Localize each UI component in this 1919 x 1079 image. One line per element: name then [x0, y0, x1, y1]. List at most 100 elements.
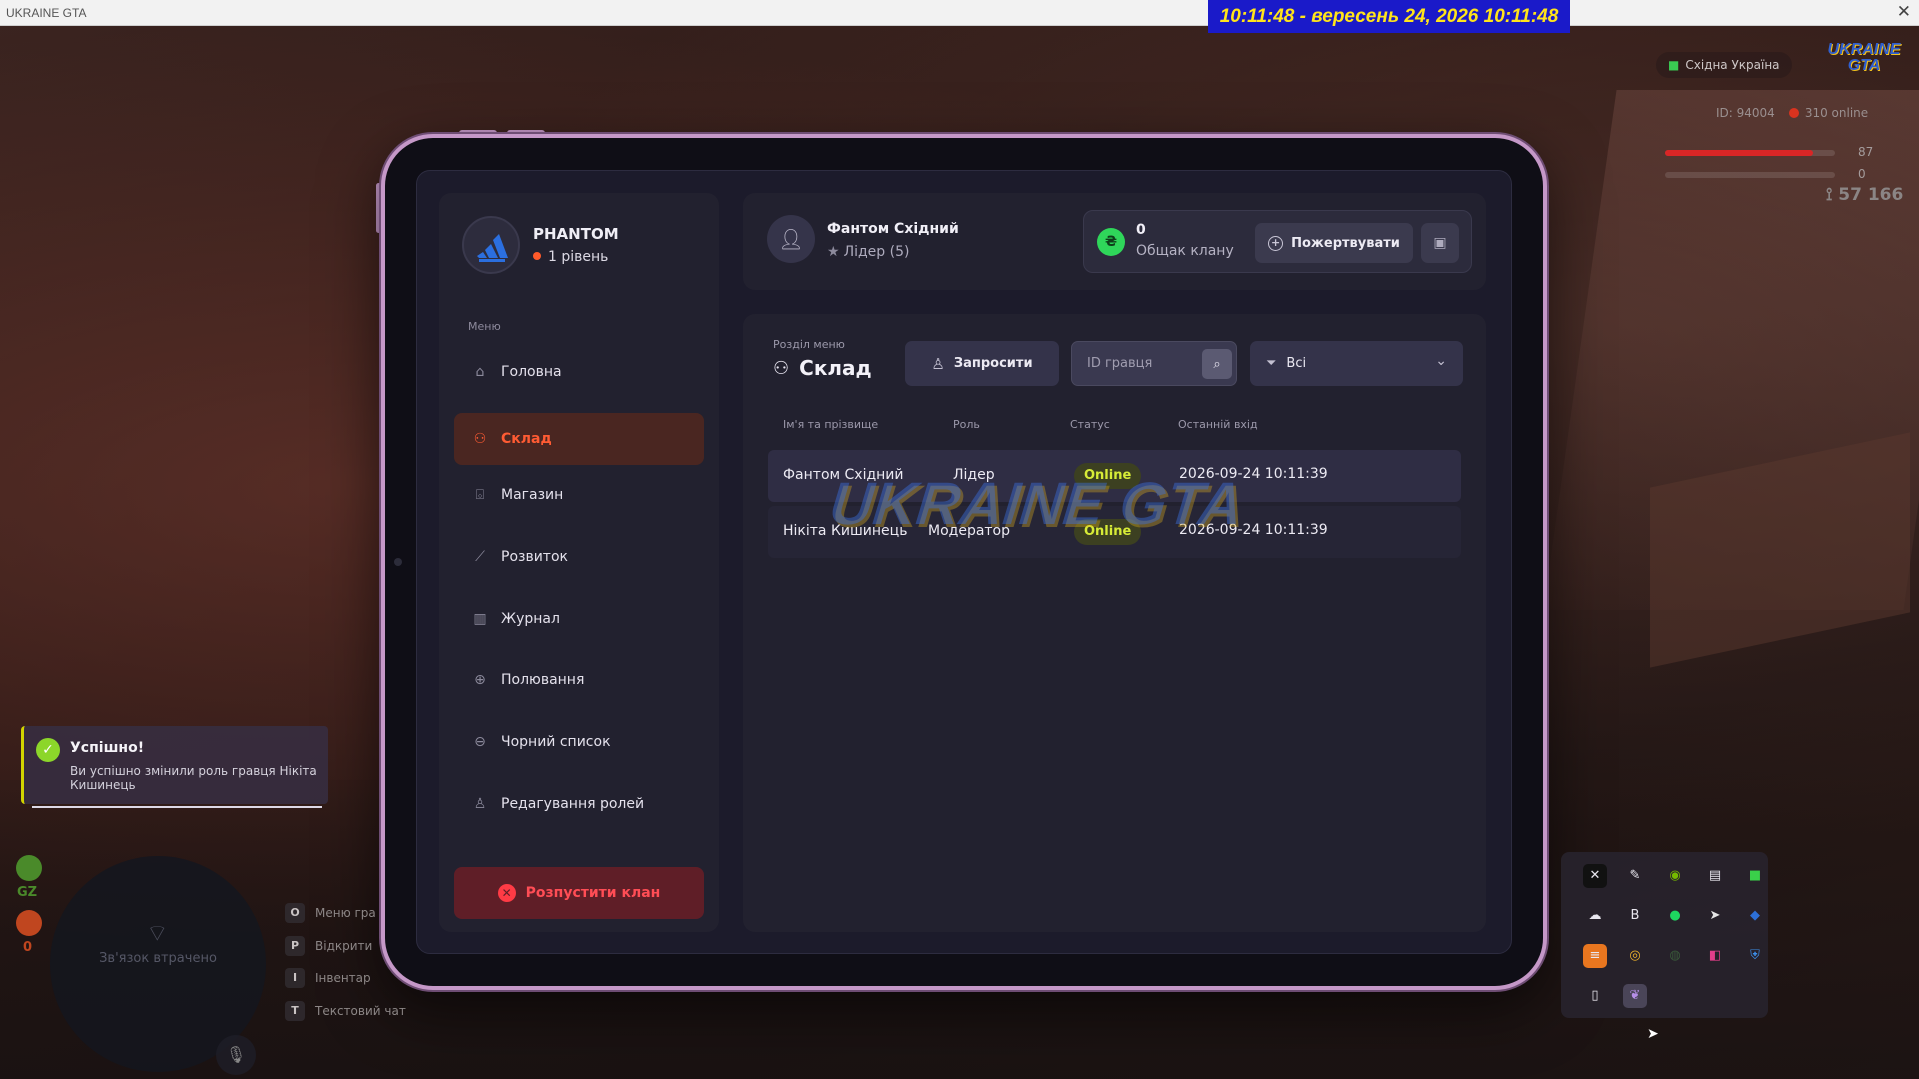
treasury-label: Общак клану: [1136, 243, 1234, 259]
warehouse-panel: Розділ меню ⚇Склад ♙Запросити ⌕ ⏷ Всі ⌄ І…: [743, 314, 1486, 932]
member-role: Лідер: [953, 467, 995, 483]
region-flag-icon: ■: [1668, 58, 1680, 72]
region-badge: ■ Східна Україна: [1656, 52, 1792, 78]
tray-app-icon[interactable]: ▤: [1703, 864, 1727, 888]
column-header-status: Статус: [1070, 418, 1110, 431]
clan-level: 1 рівень: [533, 249, 608, 265]
nav-item-blacklist[interactable]: ⊖ Чорний список: [454, 716, 704, 768]
tray-app-icon[interactable]: ✎: [1623, 864, 1647, 888]
health-value: 87: [1858, 145, 1874, 159]
money-icon: ⟟: [1826, 185, 1839, 205]
filter-value: Всі: [1286, 356, 1307, 371]
armor-bar: [1665, 172, 1835, 178]
filter-icon: ⏷: [1266, 356, 1277, 371]
invite-button[interactable]: ♙ Запросити: [905, 341, 1059, 386]
crosshair-icon: ⊕: [474, 672, 486, 688]
adidas-logo-icon: [477, 234, 508, 262]
clan-logo: [462, 216, 520, 274]
tray-app-icon[interactable]: ◧: [1703, 944, 1727, 968]
feather-icon[interactable]: ❦: [1623, 984, 1647, 1008]
leader-role: ★ Лідер (5): [827, 244, 910, 260]
search-button[interactable]: ⌕: [1202, 349, 1232, 379]
nvidia-icon[interactable]: ◉: [1663, 864, 1687, 888]
nav-item-warehouse[interactable]: ⚇ Склад: [454, 413, 704, 465]
member-last-login: 2026-09-24 10:11:39: [1179, 522, 1328, 538]
leader-name: Фантом Східний: [827, 221, 959, 237]
clan-name: PHANTOM: [533, 225, 619, 243]
table-row[interactable]: Фантом Східний Лідер Online 2026-09-24 1…: [768, 450, 1461, 502]
notification-progress: [32, 806, 322, 808]
status-filter-select[interactable]: ⏷ Всі ⌄: [1250, 341, 1463, 386]
section-caption: Розділ меню: [773, 338, 845, 351]
player-id-display: ID: 94004 310 online: [1716, 106, 1868, 120]
add-user-icon: ♙: [931, 354, 945, 373]
microphone-icon[interactable]: 🎙︎: [216, 1035, 256, 1075]
window-titlebar: UKRAINE GTA ✕: [0, 0, 1919, 26]
shop-icon: ⌺: [475, 487, 485, 503]
security-shield-icon[interactable]: ⛨: [1743, 944, 1767, 968]
datetime-overlay: 10:11:48 - вересень 24, 2026 10:11:48: [1208, 0, 1570, 33]
leader-avatar: 👤︎: [767, 215, 815, 263]
treasury-panel: ₴ 0 Общак клану + Пожертвувати ▣: [1083, 210, 1472, 273]
window-close-button[interactable]: ✕: [1897, 2, 1911, 22]
table-row[interactable]: Нікіта Кишинець Модератор Online 2026-09…: [768, 506, 1461, 558]
checkmark-icon: ✓: [36, 738, 60, 762]
column-header-name: Ім'я та прізвище: [783, 418, 879, 431]
nav-item-development[interactable]: ⟋ Розвиток: [454, 531, 704, 583]
nav-item-shop[interactable]: ⌺ Магазин: [454, 469, 704, 521]
tray-app-icon[interactable]: ◍: [1663, 944, 1687, 968]
tray-app-icon[interactable]: ■: [1743, 864, 1767, 888]
notification-text: Ви успішно змінили роль гравця Нікіта Ки…: [70, 764, 317, 792]
user-icon: 👤︎: [778, 227, 804, 251]
blacklist-icon: ⊖: [474, 734, 486, 750]
nav-item-edit-roles[interactable]: ♙ Редагування ролей: [454, 778, 704, 830]
keybind-hint: P Відкрити: [285, 936, 372, 956]
player-search: ⌕: [1071, 341, 1237, 386]
keybind-hint: O Меню гра: [285, 903, 376, 923]
notification-title: Успішно!: [70, 740, 145, 756]
donate-button[interactable]: + Пожертвувати: [1255, 223, 1413, 263]
tablet-camera: [394, 558, 402, 566]
storage-box-button[interactable]: ▣: [1421, 223, 1459, 263]
tray-app-icon[interactable]: ≡: [1583, 944, 1607, 968]
chart-icon: ⟋: [475, 549, 485, 565]
keybind-hint: T Текстовий чат: [285, 1001, 406, 1021]
system-tray-popup: ✕ ✎ ◉ ▤ ■ ☁ B ● ➤ ◆ ≡ ◎ ◍ ◧ ⛨ ▯ ❦: [1561, 852, 1768, 1018]
window-title: UKRAINE GTA: [6, 6, 87, 20]
treasury-amount: 0: [1136, 222, 1146, 238]
box-icon: ▣: [1433, 235, 1447, 251]
chrome-icon[interactable]: ◎: [1623, 944, 1647, 968]
disband-clan-button[interactable]: ✕ Розпустити клан: [454, 867, 704, 919]
armor-value: 0: [1858, 167, 1866, 181]
member-name: Фантом Східний: [783, 467, 904, 483]
zone-icon: [16, 855, 42, 881]
chevron-down-icon: ⌄: [1435, 353, 1447, 369]
tray-app-icon[interactable]: B: [1623, 904, 1647, 928]
telegram-icon[interactable]: ➤: [1703, 904, 1727, 928]
section-title: ⚇ Склад: [773, 356, 872, 380]
player-id-input[interactable]: [1072, 342, 1200, 385]
status-badge: Online: [1074, 519, 1142, 545]
server-logo: UKRAINE GTA: [1827, 41, 1901, 74]
level-dot-icon: [533, 252, 541, 260]
people-icon: ⚇: [473, 431, 487, 447]
book-icon: ▥: [473, 611, 487, 627]
mouse-cursor: ➤: [1647, 1026, 1659, 1042]
nav-item-hunting[interactable]: ⊕ Полювання: [454, 654, 704, 706]
member-role: Модератор: [928, 523, 1011, 539]
plus-icon: +: [1268, 235, 1284, 251]
health-bar: [1665, 150, 1835, 156]
tray-app-icon[interactable]: ☁: [1583, 904, 1607, 928]
online-dot-icon: [1788, 108, 1799, 118]
wanted-icon: [16, 910, 42, 936]
tray-app-icon[interactable]: ◆: [1743, 904, 1767, 928]
success-notification: ✓ Успішно! Ви успішно змінили роль гравц…: [21, 726, 328, 808]
usb-icon[interactable]: ▯: [1583, 984, 1607, 1008]
column-header-role: Роль: [953, 418, 980, 431]
nav-item-home[interactable]: ⌂ Головна: [454, 346, 704, 398]
tray-app-icon[interactable]: ✕: [1583, 864, 1607, 888]
column-header-last-login: Останній вхід: [1178, 418, 1258, 431]
member-name: Нікіта Кишинець: [783, 523, 908, 539]
spotify-icon[interactable]: ●: [1663, 904, 1687, 928]
nav-item-journal[interactable]: ▥ Журнал: [454, 593, 704, 645]
